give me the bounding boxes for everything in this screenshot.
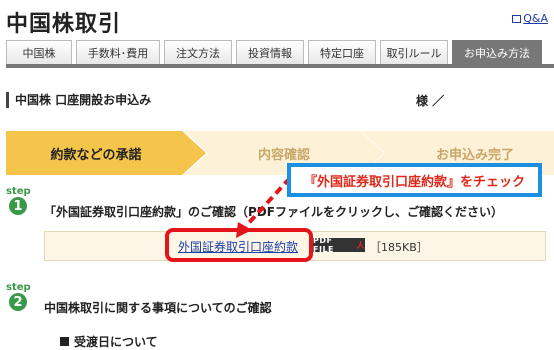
callout-box: 『外国証券取引口座約款』をチェック [287, 163, 542, 197]
pdf-link-highlight [165, 228, 313, 262]
step1-number-icon: 1 [9, 197, 27, 215]
step2-number-icon: 2 [9, 293, 27, 311]
tab-specific-account[interactable]: 特定口座 [308, 40, 376, 64]
pdf-file-size: ［185KB］ [370, 241, 428, 254]
qa-link-label[interactable]: Q&A [523, 12, 548, 25]
page-title: 中国株取引 [6, 12, 122, 37]
progress-step-agreement: 約款などの承諾 [6, 131, 206, 175]
progress-step-confirm-label: 内容確認 [257, 147, 310, 163]
nav-tabs: 中国株 手数料･費用 注文方法 投資情報 特定口座 取引ルール お申込み方法 [6, 40, 554, 68]
delivery-date-heading: 受渡日について [60, 333, 158, 350]
step1-instruction: 「外国証券取引口座約款」のご確認（PDFファイルをクリックし、ご確認ください） [44, 205, 503, 219]
progress-step-agreement-label: 約款などの承諾 [50, 147, 142, 163]
page-frame: 中国株取引 Q&A 中国株 手数料･費用 注文方法 投資情報 特定口座 取引ルー… [0, 0, 554, 350]
pdf-file-icon: PDF FILE 人 [313, 236, 365, 254]
tab-fees[interactable]: 手数料･費用 [76, 40, 160, 64]
delivery-date-label: 受渡日について [74, 335, 158, 349]
honorific-text: 様 ／ [416, 94, 445, 108]
tab-order-method[interactable]: 注文方法 [164, 40, 232, 64]
pdf-badge-text: PDF FILE [313, 236, 335, 254]
window-icon [512, 14, 522, 23]
step2-instruction: 中国株取引に関する事項についてのご確認 [44, 301, 272, 315]
progress-step-complete-label: お申込み完了 [435, 147, 514, 163]
callout-text: 『外国証券取引口座約款』をチェック [303, 174, 525, 190]
page-header: 中国株取引 Q&A [0, 0, 554, 38]
square-bullet-icon [60, 337, 69, 346]
step1-word: step [6, 186, 31, 197]
tab-investment-info[interactable]: 投資情報 [236, 40, 304, 64]
tab-application[interactable]: お申込み方法 [452, 40, 542, 64]
qa-link[interactable]: Q&A [512, 12, 548, 25]
pdf-badge-mark: 人 [356, 240, 365, 250]
section-title: 中国株 口座開設お申込み [6, 92, 151, 108]
tab-china-stocks[interactable]: 中国株 [6, 40, 72, 64]
tab-trading-rules[interactable]: 取引ルール [380, 40, 448, 64]
step2-word: step [6, 282, 31, 293]
